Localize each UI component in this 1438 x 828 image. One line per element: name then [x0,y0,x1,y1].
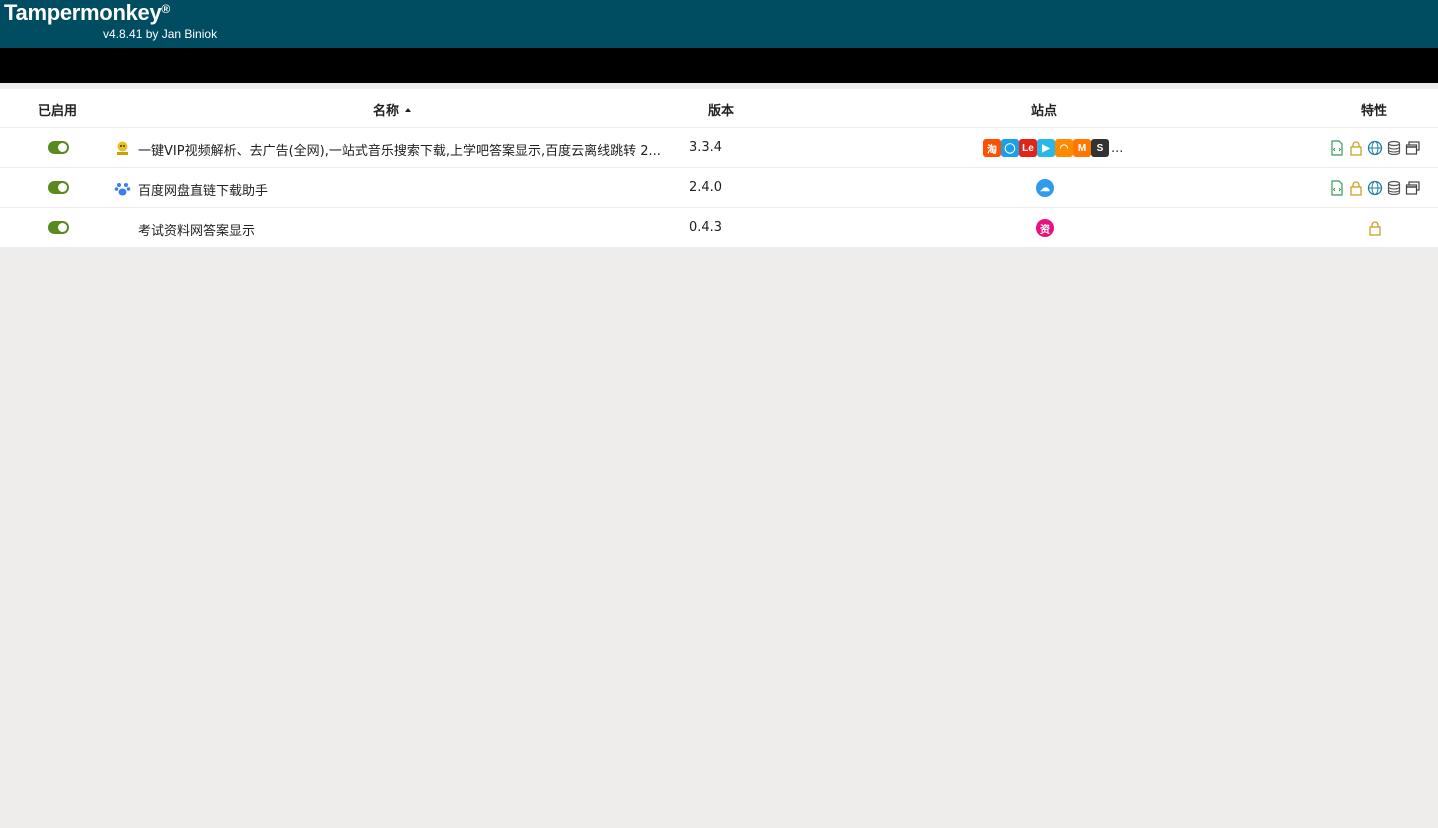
site-favicon[interactable]: 资 [1036,219,1054,237]
site-icons: ☁ [1036,179,1054,197]
script-version: 2.4.0 [689,180,723,195]
site-icons: 资 [1036,219,1054,237]
table-row[interactable]: 百度网盘直链下载助手 2.4.0 ☁ [0,168,1438,208]
app-version: v4.8.41 by Jan Biniok [103,27,218,41]
site-favicon[interactable]: ☁ [1036,179,1054,197]
header-name-label: 名称 [373,104,400,119]
table-body: 一键VIP视频解析、去广告(全网),一站式音乐搜索下载,上学吧答案显示,百度云离… [0,128,1438,248]
table-row[interactable]: 一键VIP视频解析、去广告(全网),一站式音乐搜索下载,上学吧答案显示,百度云离… [0,128,1438,168]
app-title-text: Tampermonkey [4,0,162,25]
lock-icon[interactable] [1367,220,1383,236]
header-enabled[interactable]: 已启用 [38,100,77,119]
script-version: 0.4.3 [689,220,723,235]
site-favicon[interactable]: ◯ [1001,139,1019,157]
enable-toggle[interactable] [48,141,69,154]
script-version: 3.3.4 [689,140,723,155]
script-name-link[interactable]: 百度网盘直链下载助手 [138,180,268,199]
globe-icon[interactable] [1367,180,1383,196]
site-icons: 淘 ◯ Le ▶ ◠ M S... [983,139,1123,157]
windows-icon[interactable] [1405,180,1421,196]
header-features[interactable]: 特性 [1361,100,1387,119]
table-header-row: 已启用 名称 版本 站点 特性 [0,89,1438,128]
database-icon[interactable] [1386,180,1402,196]
toggle-knob [58,143,67,152]
site-favicon[interactable]: Le [1019,139,1037,157]
script-file-icon[interactable] [1329,140,1345,156]
windows-icon[interactable] [1405,140,1421,156]
table-row[interactable]: 考试资料网答案显示 0.4.3 资 [0,208,1438,248]
sort-asc-icon [405,107,412,112]
script-name-link[interactable]: 考试资料网答案显示 [138,220,255,239]
enable-toggle[interactable] [48,221,69,234]
site-favicon[interactable]: ◠ [1055,139,1073,157]
feature-icons [1329,140,1421,156]
globe-icon[interactable] [1367,140,1383,156]
feature-icons [1329,180,1421,196]
script-file-icon[interactable] [1329,180,1345,196]
app-header: Tampermonkey® v4.8.41 by Jan Biniok [0,0,1438,48]
script-name-link[interactable]: 一键VIP视频解析、去广告(全网),一站式音乐搜索下载,上学吧答案显示,百度云离… [138,140,661,159]
gold-star-icon [114,140,131,157]
scripts-table: 已启用 名称 版本 站点 特性 一键VIP视频解析、去广告(全网),一站式音乐搜… [0,89,1438,248]
app-title: Tampermonkey® [4,0,170,26]
toggle-knob [58,183,67,192]
registered-mark: ® [161,2,170,16]
header-name[interactable]: 名称 [373,100,412,119]
toggle-knob [58,223,67,232]
baidu-paw-icon [114,180,131,197]
lock-icon[interactable] [1348,140,1364,156]
site-favicon[interactable]: 淘 [983,139,1001,157]
lock-icon[interactable] [1348,180,1364,196]
more-sites-ellipsis: ... [1111,140,1124,156]
header-version[interactable]: 版本 [708,100,734,119]
feature-icons [1367,220,1383,236]
database-icon[interactable] [1386,140,1402,156]
site-favicon[interactable]: S [1091,139,1109,157]
tab-toolbar [0,48,1438,83]
site-favicon[interactable]: ▶ [1037,139,1055,157]
site-favicon[interactable]: M [1073,139,1091,157]
header-sites[interactable]: 站点 [1031,100,1057,119]
enable-toggle[interactable] [48,181,69,194]
